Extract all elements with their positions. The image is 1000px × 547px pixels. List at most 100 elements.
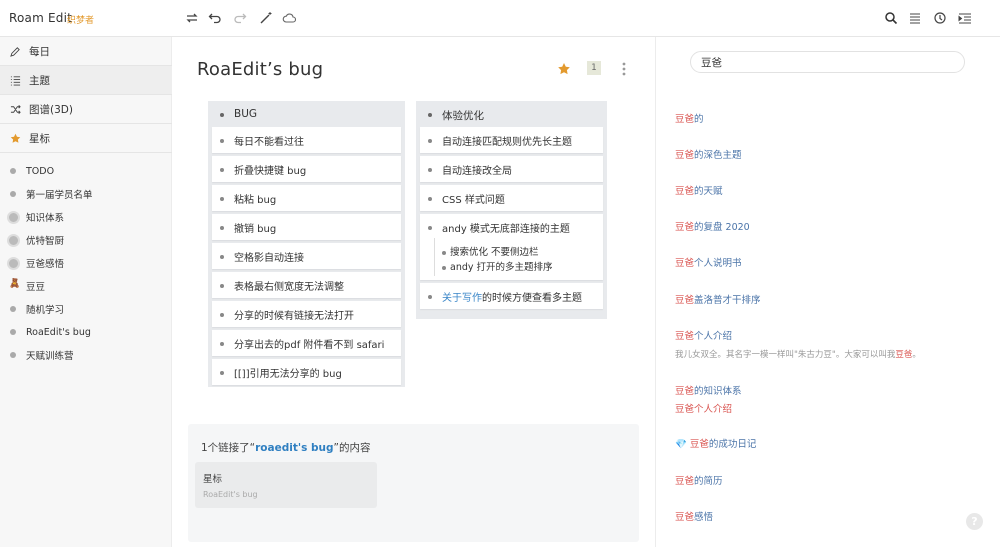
fav-label: TODO: [26, 165, 55, 177]
result-highlight: 豆爸: [675, 331, 695, 342]
kanban-card[interactable]: 分享的时候有链接无法打开: [212, 301, 401, 327]
nav-starred[interactable]: 星标: [0, 124, 172, 153]
kanban-card[interactable]: 空格影自动连接: [212, 243, 401, 269]
kanban-card[interactable]: 粘粘 bug: [212, 185, 401, 211]
search-result[interactable]: 豆爸的复盘 2020: [675, 219, 750, 233]
sidebar-toggle-icon[interactable]: [957, 10, 973, 26]
kanban-card[interactable]: [[]]引用无法分享的 bug: [212, 359, 401, 385]
search-result[interactable]: 💎 豆爸的成功日记: [675, 436, 756, 450]
bullet-dot: [220, 371, 224, 375]
fav-item-camp[interactable]: 天赋训练营: [0, 346, 172, 364]
bullet-dot: [220, 197, 224, 201]
card-text: 分享的时候有链接无法打开: [234, 311, 354, 322]
fav-item-bug[interactable]: RoaEdit's bug: [0, 323, 172, 341]
bullet-dot: [220, 313, 224, 317]
fav-label: 天赋训练营: [26, 351, 74, 362]
cloud-icon[interactable]: [281, 10, 297, 26]
page-link[interactable]: 关于写作: [442, 293, 482, 304]
shuffle-icon: [9, 103, 21, 115]
snippet-text: 。: [912, 350, 921, 360]
redo-icon[interactable]: [232, 10, 248, 26]
search-result[interactable]: 豆爸个人说明书: [675, 255, 742, 269]
fav-item-todo[interactable]: TODO: [0, 162, 172, 180]
edit-icon: [9, 45, 21, 57]
fav-item-students[interactable]: 第一届学员名单: [0, 185, 172, 203]
bullet-dot: [428, 226, 432, 230]
nav-topics[interactable]: 主题: [0, 66, 172, 95]
reference-count-badge[interactable]: 1: [587, 61, 601, 75]
result-highlight: 豆爸: [675, 386, 695, 397]
card-text: 每日不能看过往: [234, 137, 304, 148]
undo-icon[interactable]: [207, 10, 223, 26]
kanban-card[interactable]: CSS 样式问题: [420, 185, 603, 211]
fav-item-doudou[interactable]: 🧸 豆豆: [0, 277, 172, 295]
search-result[interactable]: 豆爸的: [675, 111, 704, 125]
bullet-dot: [220, 226, 224, 230]
bullet-dot: [10, 306, 16, 312]
search-panel: 豆爸的 豆爸的深色主题 豆爸的天赋 豆爸的复盘 2020 豆爸个人说明书 豆爸盖…: [655, 37, 1000, 547]
help-icon[interactable]: ?: [966, 513, 983, 530]
kanban-card[interactable]: 关于写作的时候方便查看多主题: [420, 283, 603, 309]
result-text: 的深色主题: [694, 150, 742, 161]
search-result[interactable]: 豆爸的深色主题: [675, 147, 742, 161]
kanban-column-bug: BUG 每日不能看过往 折叠快捷键 bug 粘粘 bug 撤销 bug 空格影自…: [208, 101, 405, 387]
search-result[interactable]: 豆爸感悟: [675, 509, 713, 523]
result-text: 感悟: [694, 512, 714, 523]
swap-icon[interactable]: [184, 10, 200, 26]
search-box[interactable]: [690, 51, 965, 73]
kanban-card[interactable]: 自动连接匹配规则优先长主题: [420, 127, 603, 153]
search-result[interactable]: 豆爸个人介绍: [675, 328, 732, 342]
search-result-snippet: 我儿女双全。其名字一模一样叫"朱古力豆"。大家可以叫我豆爸。: [675, 348, 921, 360]
reference-card[interactable]: 星标 RoaEdit's bug: [195, 462, 377, 508]
more-vertical-icon[interactable]: [620, 61, 628, 77]
fav-item-insights[interactable]: 豆爸感悟: [0, 254, 172, 272]
sub-item-text[interactable]: 搜索优化 不要侧边栏: [450, 244, 539, 258]
fav-item-knowledge[interactable]: 知识体系: [0, 208, 172, 226]
result-highlight: 豆爸: [675, 114, 695, 125]
snippet-text: 我儿女双全。其名字一模一样叫"朱古力豆"。大家可以叫我: [675, 350, 896, 360]
nav-daily[interactable]: 每日: [0, 37, 172, 66]
star-icon[interactable]: [557, 62, 571, 76]
page-title[interactable]: RoaEdit’s bug: [197, 59, 323, 80]
card-text: andy 模式无底部连接的主题: [442, 224, 570, 235]
card-text: 空格影自动连接: [234, 253, 304, 264]
fav-item-random[interactable]: 随机学习: [0, 300, 172, 318]
search-icon[interactable]: [883, 10, 899, 26]
kanban-card[interactable]: 表格最右侧宽度无法调整: [212, 272, 401, 298]
kanban-card[interactable]: 自动连接改全局: [420, 156, 603, 182]
column-header[interactable]: 体验优化: [418, 103, 605, 127]
nav-topics-label: 主题: [29, 74, 50, 87]
refs-highlight[interactable]: roaedit's bug: [255, 442, 333, 454]
column-header[interactable]: BUG: [210, 103, 403, 127]
result-text: 的: [694, 114, 704, 125]
result-text: 盖洛普才干排序: [694, 295, 761, 306]
result-highlight: 豆爸: [675, 476, 695, 487]
search-result[interactable]: 豆爸的简历: [675, 473, 723, 487]
nav-graph[interactable]: 图谱(3D): [0, 95, 172, 124]
collapsed-bullet: [7, 256, 20, 270]
search-input[interactable]: [701, 55, 951, 70]
history-icon[interactable]: [932, 10, 948, 26]
search-result[interactable]: 豆爸的天赋: [675, 183, 723, 197]
kanban-card[interactable]: 分享出去的pdf 附件看不到 safari: [212, 330, 401, 356]
result-highlight: 豆爸: [689, 439, 709, 450]
magic-wand-icon[interactable]: [258, 10, 274, 26]
bullet-dot: [220, 342, 224, 346]
kanban-card[interactable]: andy 模式无底部连接的主题 搜索优化 不要侧边栏 andy 打开的多主题排序: [420, 214, 603, 280]
fav-label: 优特智厨: [26, 236, 65, 247]
kanban-card[interactable]: 每日不能看过往: [212, 127, 401, 153]
fav-label: 随机学习: [26, 305, 65, 316]
menu-icon[interactable]: [907, 10, 923, 26]
app-title: Roam Edit: [9, 11, 73, 25]
star-icon: [9, 132, 21, 144]
kanban-card[interactable]: 撤销 bug: [212, 214, 401, 240]
bullet-dot: [10, 191, 16, 197]
bullet-dot: [220, 168, 224, 172]
fav-item-chef[interactable]: 优特智厨: [0, 231, 172, 249]
card-text: CSS 样式问题: [442, 195, 505, 206]
search-result[interactable]: 豆爸盖洛普才干排序: [675, 292, 761, 306]
search-result[interactable]: 豆爸的知识体系: [675, 383, 742, 397]
result-highlight: 豆爸: [675, 150, 695, 161]
sub-item-text[interactable]: andy 打开的多主题排序: [450, 259, 553, 273]
kanban-card[interactable]: 折叠快捷键 bug: [212, 156, 401, 182]
